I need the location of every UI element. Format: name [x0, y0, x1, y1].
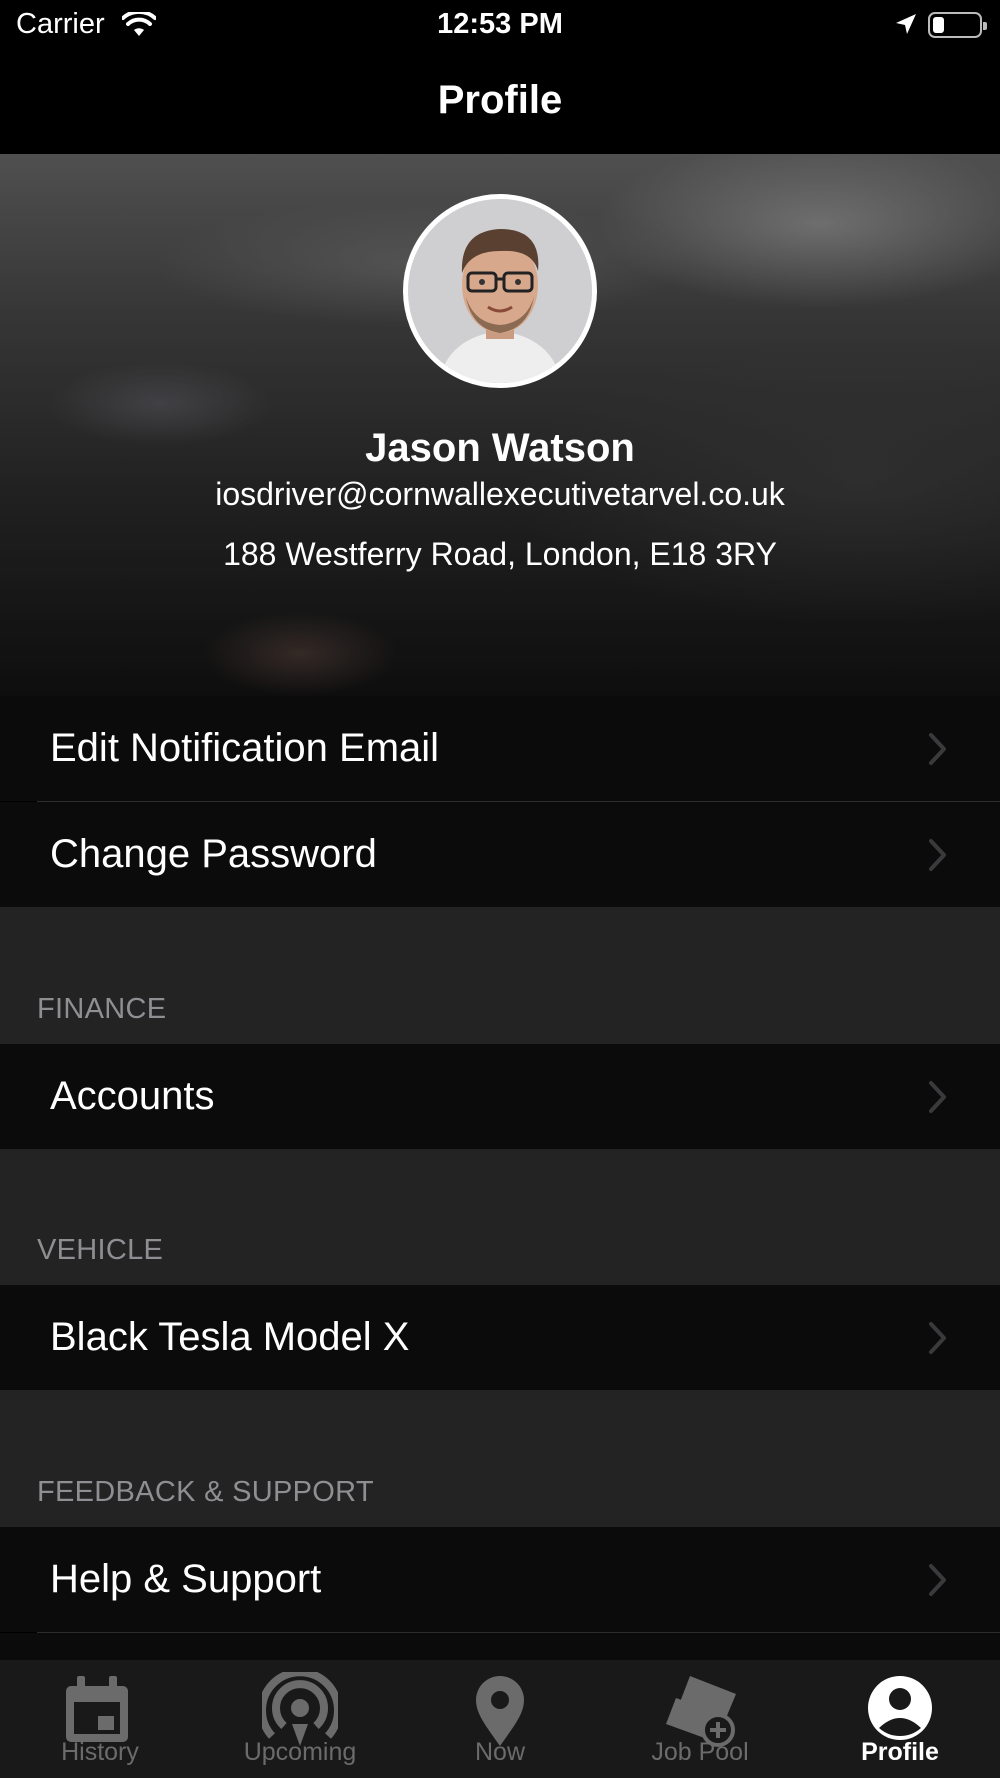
chevron-right-icon	[929, 1322, 946, 1354]
section-title: FINANCE	[37, 993, 167, 1025]
section-header-finance: FINANCE	[0, 907, 1000, 1044]
edit-notification-email-row[interactable]: Edit Notification Email	[0, 696, 1000, 801]
chevron-right-icon	[929, 1564, 946, 1596]
tab-label: Job Pool	[651, 1738, 749, 1766]
section-title: FEEDBACK & SUPPORT	[37, 1476, 374, 1508]
list-item	[0, 1633, 1000, 1660]
profile-email: iosdriver@cornwallexecutivetarvel.co.uk	[215, 476, 785, 512]
row-label: Help & Support	[50, 1557, 322, 1601]
section-title: VEHICLE	[37, 1234, 164, 1266]
row-label: Edit Notification Email	[50, 726, 440, 770]
section-header-feedback: FEEDBACK & SUPPORT	[0, 1390, 1000, 1527]
chevron-right-icon	[929, 733, 946, 765]
tab-now[interactable]: Now	[400, 1660, 600, 1778]
navigation-bar: Profile	[0, 52, 1000, 154]
tab-label: Upcoming	[243, 1738, 357, 1766]
row-label: Accounts	[50, 1074, 215, 1118]
row-label: Black Tesla Model X	[50, 1315, 410, 1359]
chevron-right-icon	[929, 839, 946, 871]
tab-profile[interactable]: Profile	[800, 1660, 1000, 1778]
accounts-row[interactable]: Accounts	[0, 1044, 1000, 1149]
tab-history[interactable]: History	[0, 1660, 200, 1778]
ticket-add-icon	[666, 1676, 736, 1747]
tab-label: Now	[474, 1738, 525, 1766]
map-pin-icon	[476, 1676, 524, 1746]
tab-job-pool[interactable]: Job Pool	[600, 1660, 800, 1778]
avatar-photo	[408, 199, 592, 383]
calendar-icon	[66, 1676, 128, 1742]
help-support-row[interactable]: Help & Support	[0, 1527, 1000, 1632]
profile-header: Jason Watson iosdriver@cornwallexecutive…	[0, 154, 1000, 696]
section-header-vehicle: VEHICLE	[0, 1149, 1000, 1285]
chevron-right-icon	[929, 1081, 946, 1113]
vehicle-row[interactable]: Black Tesla Model X	[0, 1285, 1000, 1390]
status-time: 12:53 PM	[437, 8, 563, 40]
status-bar: Carrier 12:53 PM	[0, 0, 1000, 52]
profile-address: 188 Westferry Road, London, E18 3RY	[223, 536, 777, 572]
location-arrow-icon	[896, 14, 916, 34]
avatar[interactable]	[403, 194, 597, 388]
battery-icon	[928, 12, 987, 38]
tab-bar: History Upcoming Now Job Pool Profile	[0, 1660, 1000, 1778]
tab-label: Profile	[861, 1738, 939, 1766]
tab-upcoming[interactable]: Upcoming	[200, 1660, 400, 1778]
tab-label: History	[61, 1738, 139, 1766]
account-circle-icon	[868, 1676, 932, 1740]
row-label: Change Password	[50, 832, 377, 876]
profile-name: Jason Watson	[365, 426, 635, 470]
broadcast-icon	[262, 1672, 338, 1746]
page-title: Profile	[437, 78, 563, 122]
change-password-row[interactable]: Change Password	[0, 802, 1000, 907]
